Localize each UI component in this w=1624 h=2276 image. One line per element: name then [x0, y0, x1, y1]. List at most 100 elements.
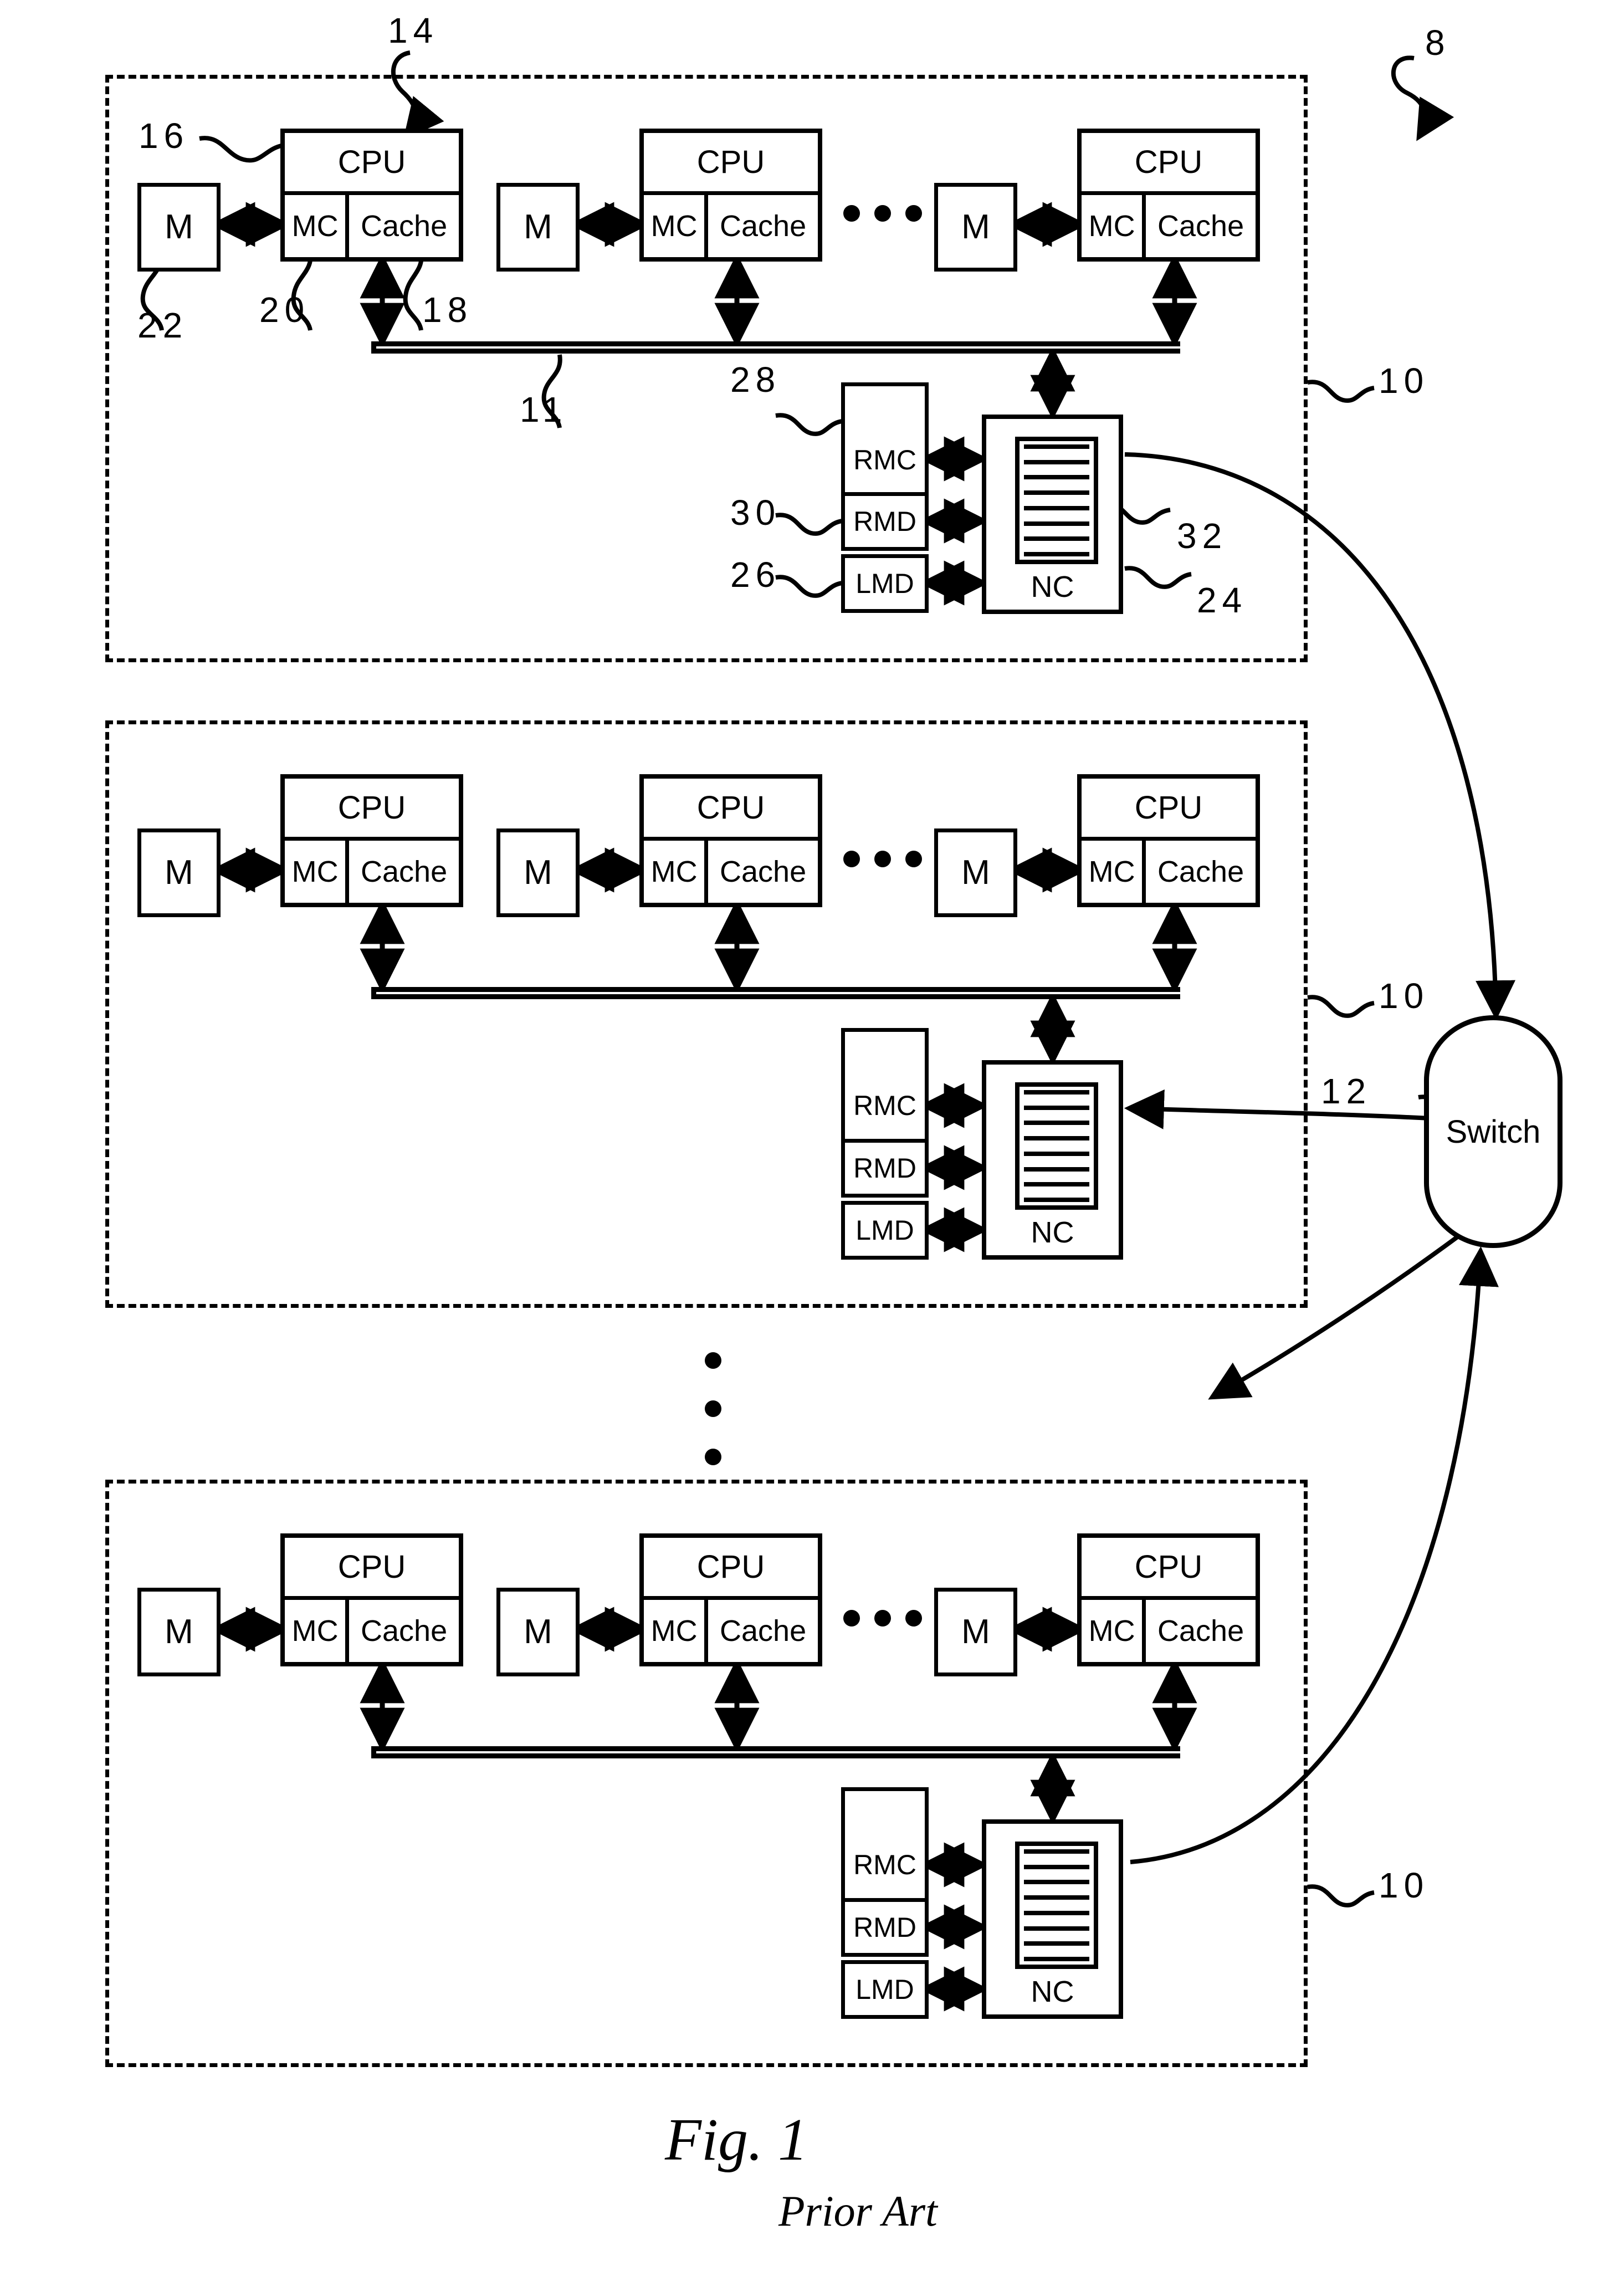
- memory-box: M: [137, 183, 221, 272]
- lmd-box: LMD: [841, 554, 929, 613]
- nc-queue: [1015, 1842, 1098, 1969]
- cpu-label: CPU: [644, 1538, 818, 1600]
- nc-queue: [1015, 437, 1098, 564]
- cpu-lower-row: MC Cache: [644, 841, 818, 903]
- queue-slot: [1024, 505, 1089, 510]
- memory-label: M: [524, 853, 552, 892]
- cpu-lower-row: MC Cache: [285, 1600, 459, 1662]
- bus-end-stub: [371, 341, 376, 354]
- mc-label: MC: [644, 1600, 709, 1662]
- mc-label: MC: [285, 1600, 350, 1662]
- queue-slot: [1024, 1926, 1089, 1931]
- cache-label: Cache: [1157, 209, 1244, 243]
- queue-slot: [1024, 459, 1089, 464]
- nc-box: NC: [982, 1060, 1123, 1260]
- cache-label: Cache: [720, 209, 807, 243]
- cache-label: Cache: [1157, 1614, 1244, 1648]
- ref-node-10: 10: [1379, 361, 1430, 401]
- cpu-block: CPU MC Cache: [639, 774, 822, 907]
- queue-slot: [1024, 1910, 1089, 1915]
- mc-label: MC: [1082, 1600, 1146, 1662]
- figure-caption-sub: Prior Art: [778, 2187, 937, 2235]
- ref-nc-24: 24: [1197, 580, 1248, 620]
- memory-box: M: [934, 1588, 1017, 1676]
- figure-page: M M M CPU MC Cache CPU MC Cache CPU MC C…: [0, 0, 1624, 2276]
- system-bus: [371, 341, 1180, 354]
- lmd-box: LMD: [841, 1960, 929, 2019]
- ref-cache-18: 18: [422, 290, 473, 330]
- cpu-label: CPU: [644, 133, 818, 195]
- queue-slot: [1024, 1956, 1089, 1961]
- cpu-block: CPU MC Cache: [1077, 129, 1260, 262]
- queue-slot: [1024, 1105, 1089, 1110]
- rmd-box: RMD: [841, 1898, 929, 1957]
- queue-slot: [1024, 1849, 1089, 1854]
- cpu-label: CPU: [1082, 779, 1256, 841]
- cache-label: Cache: [361, 1614, 448, 1648]
- cpu-block: CPU MC Cache: [639, 1533, 822, 1666]
- bus-end-stub: [371, 987, 376, 999]
- rmd-label: RMD: [853, 506, 916, 537]
- nc-box: NC: [982, 415, 1123, 614]
- cpu-lower-row: MC Cache: [644, 1600, 818, 1662]
- memory-label: M: [961, 853, 990, 892]
- queue-slot: [1024, 1182, 1089, 1187]
- memory-label: M: [524, 208, 552, 246]
- lmd-label: LMD: [855, 1215, 914, 1246]
- cpu-block: CPU MC Cache: [639, 129, 822, 262]
- lmd-label: LMD: [855, 568, 914, 599]
- ellipsis-dot: [843, 205, 860, 222]
- queue-slot: [1024, 521, 1089, 526]
- ellipsis-dot: [874, 851, 891, 867]
- figure-caption: Fig. 1: [665, 2107, 808, 2173]
- ellipsis-dot: [843, 1610, 860, 1627]
- vertical-ellipsis-dot: [705, 1449, 721, 1465]
- queue-slot: [1024, 1121, 1089, 1126]
- cpu-label: CPU: [285, 133, 459, 195]
- queue-slot: [1024, 1941, 1089, 1946]
- cpu-lower-row: MC Cache: [1082, 1600, 1256, 1662]
- ref-lmd-26: 26: [730, 555, 781, 595]
- ellipsis-dot: [874, 1610, 891, 1627]
- memory-label: M: [165, 853, 193, 892]
- ellipsis-dot: [905, 1610, 922, 1627]
- cpu-block: CPU MC Cache: [280, 1533, 463, 1666]
- queue-slot: [1024, 1167, 1089, 1172]
- rmd-label: RMD: [853, 1153, 916, 1184]
- queue-slot: [1024, 536, 1089, 541]
- cpu-block: CPU MC Cache: [1077, 1533, 1260, 1666]
- queue-slot: [1024, 1151, 1089, 1156]
- queue-slot: [1024, 1864, 1089, 1869]
- ref-rmd-30: 30: [730, 493, 781, 533]
- nc-box: NC: [982, 1819, 1123, 2019]
- cpu-label: CPU: [644, 779, 818, 841]
- queue-slot: [1024, 444, 1089, 449]
- rmc-label: RMC: [853, 444, 916, 475]
- queue-slot: [1024, 551, 1089, 556]
- cache-label: Cache: [720, 855, 807, 888]
- ref-node-10: 10: [1379, 976, 1430, 1016]
- queue-slot: [1024, 1197, 1089, 1202]
- system-bus: [371, 1746, 1180, 1758]
- cpu-lower-row: MC Cache: [644, 195, 818, 257]
- ref-interconnect-12: 12: [1321, 1071, 1372, 1111]
- memory-box: M: [137, 1588, 221, 1676]
- memory-box: M: [496, 1588, 580, 1676]
- cpu-label: CPU: [285, 779, 459, 841]
- nc-label: NC: [1031, 1216, 1074, 1249]
- cache-label: Cache: [1157, 855, 1244, 888]
- bus-end-stub: [371, 1746, 376, 1758]
- memory-label: M: [961, 208, 990, 246]
- ref-cpu-14: 14: [388, 11, 439, 50]
- cpu-block: CPU MC Cache: [280, 774, 463, 907]
- memory-box: M: [496, 183, 580, 272]
- cpu-lower-row: MC Cache: [285, 841, 459, 903]
- cpu-label: CPU: [285, 1538, 459, 1600]
- lmd-label: LMD: [855, 1974, 914, 2005]
- memory-label: M: [165, 208, 193, 246]
- ref-mc-20: 20: [259, 290, 310, 330]
- queue-slot: [1024, 1895, 1089, 1900]
- cpu-lower-row: MC Cache: [1082, 195, 1256, 257]
- cache-label: Cache: [361, 209, 448, 243]
- mc-label: MC: [644, 195, 709, 257]
